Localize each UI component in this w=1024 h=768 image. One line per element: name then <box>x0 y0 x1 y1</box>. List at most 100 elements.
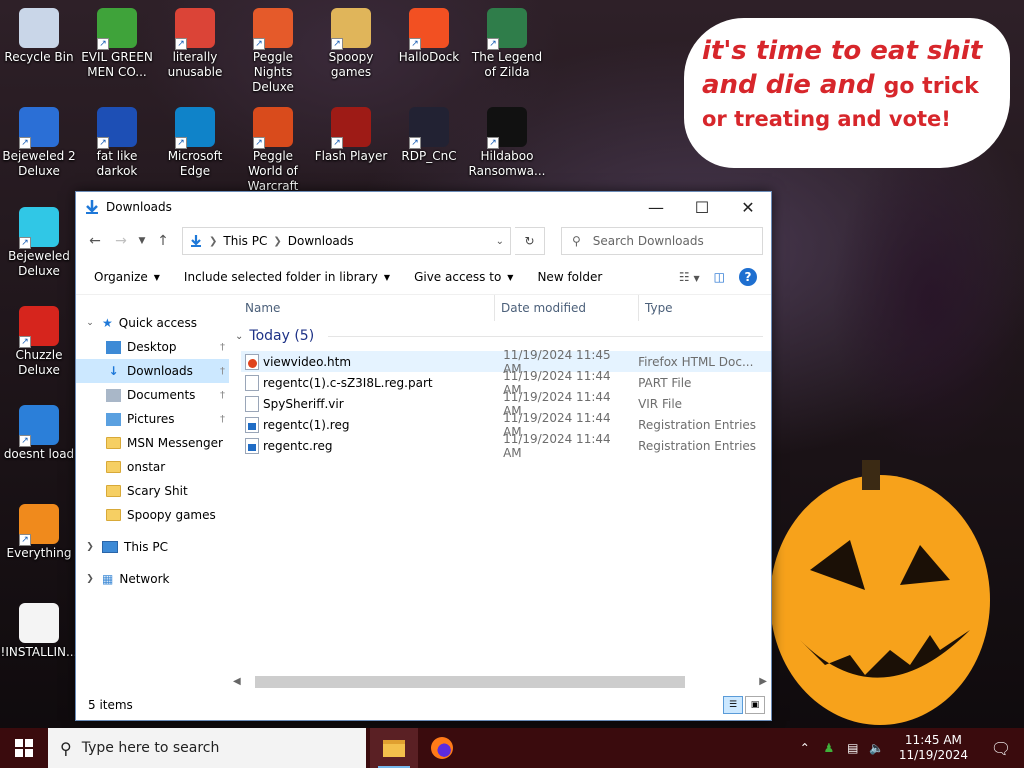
desktop-shortcut[interactable]: ↗ The Legend of Zilda <box>468 8 546 80</box>
breadcrumb-this-pc[interactable]: This PC <box>223 234 267 248</box>
desktop-shortcut-label: doesnt load <box>3 447 75 461</box>
recent-locations-chevron-icon[interactable]: ▼ <box>136 230 148 252</box>
give-access-menu[interactable]: Give access to ▼ <box>402 260 525 295</box>
notifications-icon[interactable]: 🗨 <box>978 728 1024 768</box>
pin-icon[interactable]: † <box>220 414 225 425</box>
chuzzle-deluxe-icon: ↗ <box>19 306 59 348</box>
nav-item-downloads[interactable]: ↓ Downloads † <box>76 359 229 383</box>
change-view-icon[interactable]: ☷ ▼ <box>679 270 700 284</box>
downloads-icon <box>86 200 98 214</box>
nav-quick-access[interactable]: ⌄ ★ Quick access <box>76 311 229 335</box>
desktop-shortcut-label: RDP_CnC <box>401 149 457 163</box>
scroll-right-icon[interactable]: ▶ <box>759 676 767 687</box>
preview-pane-icon[interactable]: ◫ <box>714 270 725 284</box>
nav-item-documents[interactable]: Documents † <box>76 383 229 407</box>
desktop-shortcut[interactable]: ↗ EVIL GREEN MEN CO... <box>78 8 156 80</box>
desktop-shortcut-label: The Legend of Zilda <box>471 50 543 79</box>
nav-network[interactable]: ❯ ▦ Network <box>76 567 229 591</box>
help-icon[interactable]: ? <box>739 268 757 286</box>
expand-chevron-icon[interactable]: ❯ <box>84 574 96 584</box>
folder-icon <box>106 461 121 473</box>
pin-icon[interactable]: † <box>220 390 225 401</box>
desktop-shortcut[interactable]: ↗ Peggle World of Warcraft <box>234 107 312 194</box>
close-button[interactable]: ✕ <box>725 192 771 222</box>
spoopy-games-folder-icon: ↗ <box>331 8 371 50</box>
desktop-shortcut[interactable]: ↗ doesnt load <box>0 405 78 462</box>
msn-messenger-tray-icon[interactable]: ♟ <box>817 741 841 755</box>
fat-like-darkok-icon: ↗ <box>97 107 137 149</box>
address-dropdown-chevron-icon[interactable]: ⌄ <box>496 236 504 247</box>
include-in-library-menu[interactable]: Include selected folder in library ▼ <box>172 260 402 295</box>
desktop-shortcut-label: Recycle Bin <box>4 50 74 64</box>
organize-menu[interactable]: Organize ▼ <box>82 260 172 295</box>
desktop-shortcut[interactable]: ↗ literally unusable <box>156 8 234 80</box>
expand-chevron-icon[interactable]: ❯ <box>84 542 96 552</box>
desktop-shortcut[interactable]: ↗ Peggle Nights Deluxe <box>234 8 312 95</box>
column-type[interactable]: Type <box>639 295 759 321</box>
taskbar: ⚲ Type here to search ⌃ ♟ ▤ 🔈 11:45 AM 1… <box>0 728 1024 768</box>
network-status-icon[interactable]: ▤ <box>841 741 865 755</box>
nav-folder[interactable]: Spoopy games <box>76 503 229 527</box>
desktop-shortcut[interactable]: ↗ Spoopy games <box>312 8 390 80</box>
desktop-shortcut[interactable]: !INSTALLIN... <box>0 603 78 660</box>
star-icon: ★ <box>102 316 113 330</box>
scroll-left-icon[interactable]: ◀ <box>233 676 241 687</box>
desktop-shortcut[interactable]: ↗ Bejeweled 2 Deluxe <box>0 107 78 179</box>
horizontal-scrollbar[interactable]: ◀ ▶ <box>229 673 771 690</box>
breadcrumb-downloads[interactable]: Downloads <box>288 234 354 248</box>
desktop-shortcut[interactable]: ↗ Chuzzle Deluxe <box>0 306 78 378</box>
new-folder-button[interactable]: New folder <box>525 260 614 295</box>
file-explorer-taskbar-button[interactable] <box>370 728 418 768</box>
column-name[interactable]: Name <box>229 295 495 321</box>
group-header-today[interactable]: ⌄ Today (5) <box>229 321 771 351</box>
file-explorer-window[interactable]: Downloads — ☐ ✕ ← → ▼ ↑ ❯ This PC ❯ Down… <box>75 191 772 721</box>
nav-folder[interactable]: Scary Shit <box>76 479 229 503</box>
up-button[interactable]: ↑ <box>152 230 174 252</box>
start-button[interactable] <box>0 728 48 768</box>
desktop-shortcut[interactable]: Recycle Bin <box>0 8 78 65</box>
address-bar[interactable]: ❯ This PC ❯ Downloads ⌄ <box>182 227 511 255</box>
scroll-thumb[interactable] <box>254 675 685 688</box>
back-button[interactable]: ← <box>84 230 106 252</box>
folder-icon <box>106 509 121 521</box>
desktop-shortcut[interactable]: ↗ Bejeweled Deluxe <box>0 207 78 279</box>
nav-folder[interactable]: onstar <box>76 455 229 479</box>
title-bar[interactable]: Downloads — ☐ ✕ <box>76 192 771 222</box>
pictures-icon <box>106 412 121 426</box>
windows-logo-icon <box>15 739 33 757</box>
column-date-modified[interactable]: Date modified <box>495 295 639 321</box>
pin-icon[interactable]: † <box>220 366 225 377</box>
desktop-shortcut[interactable]: ↗ Everything <box>0 504 78 561</box>
minimize-button[interactable]: — <box>633 192 679 222</box>
nav-item-pictures[interactable]: Pictures † <box>76 407 229 431</box>
search-box[interactable]: ⚲ Search Downloads <box>561 227 763 255</box>
nav-item-desktop[interactable]: Desktop † <box>76 335 229 359</box>
forward-button[interactable]: → <box>110 230 132 252</box>
nav-folder[interactable]: MSN Messenger <box>76 431 229 455</box>
taskbar-search-box[interactable]: ⚲ Type here to search <box>48 728 366 768</box>
desktop-shortcut[interactable]: ↗ RDP_CnC <box>390 107 468 164</box>
clock[interactable]: 11:45 AM 11/19/2024 <box>889 733 978 763</box>
refresh-button[interactable]: ↻ <box>515 227 545 255</box>
expand-chevron-icon[interactable]: ⌄ <box>84 318 96 328</box>
desktop-shortcut[interactable]: ↗ HalloDock <box>390 8 468 65</box>
desktop-shortcut[interactable]: ↗ fat like darkok <box>78 107 156 179</box>
pin-icon[interactable]: † <box>220 342 225 353</box>
details-view-icon[interactable]: ☰ <box>723 696 743 714</box>
firefox-taskbar-button[interactable] <box>418 728 466 768</box>
file-icon <box>245 374 259 391</box>
maximize-button[interactable]: ☐ <box>679 192 725 222</box>
text-document-icon <box>19 603 59 643</box>
desktop-shortcut[interactable]: ↗ Hildaboo Ransomwa... <box>468 107 546 179</box>
large-icons-view-icon[interactable]: ▣ <box>745 696 765 714</box>
bubble-line-2: and die and go trick <box>702 70 979 100</box>
file-row[interactable]: regentc.reg 11/19/2024 11:44 AM Registrati… <box>241 432 771 460</box>
microsoft-edge-icon: ↗ <box>175 107 215 149</box>
show-hidden-icons-icon[interactable]: ⌃ <box>793 741 817 755</box>
volume-icon[interactable]: 🔈 <box>865 741 889 755</box>
nav-this-pc[interactable]: ❯ This PC <box>76 535 229 559</box>
desktop-shortcut[interactable]: ↗ Microsoft Edge <box>156 107 234 179</box>
collapse-chevron-icon[interactable]: ⌄ <box>235 331 243 342</box>
desktop-shortcut[interactable]: ↗ Flash Player <box>312 107 390 164</box>
downloads-location-icon <box>191 235 201 247</box>
